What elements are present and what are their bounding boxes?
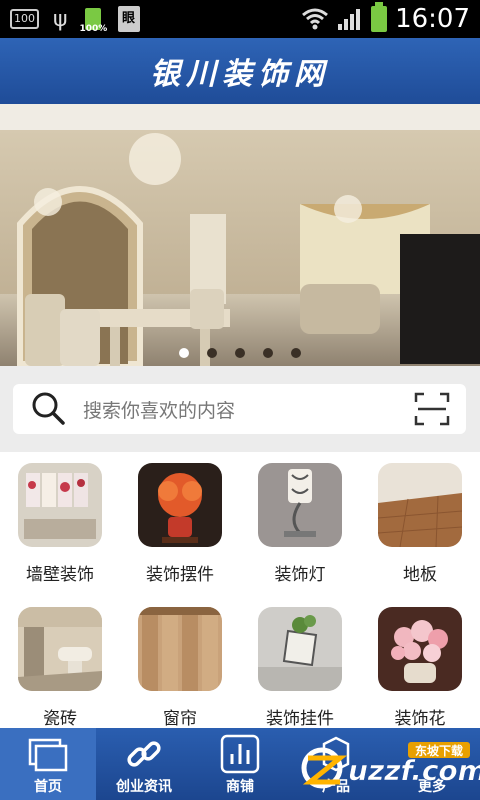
category-label: 墙壁装饰 [26, 565, 94, 585]
battery-icon [371, 2, 388, 32]
page-title: 银川装饰网 [150, 57, 330, 92]
category-thumb-image [138, 607, 222, 691]
category-item[interactable]: 装饰挂件 [240, 596, 360, 734]
search-section: 搜索你喜欢的内容 [0, 366, 480, 452]
category-thumb-image [138, 463, 222, 547]
status-bar: 100 ψ 100% 眼 16:07 [0, 0, 480, 38]
battery-notification-icon: 100% [80, 4, 107, 34]
nav-label: 商铺 [226, 779, 254, 795]
category-thumb-image [378, 463, 462, 547]
scan-icon[interactable] [414, 392, 450, 426]
category-grid: 墙壁装饰 装饰摆件 装饰灯 地板 瓷砖 窗帘 装饰挂件 装饰花 [0, 452, 480, 729]
storage-indicator: 100 [10, 9, 39, 29]
category-item[interactable]: 地板 [360, 452, 480, 590]
category-label: 地板 [403, 565, 437, 585]
category-thumb-image [18, 463, 102, 547]
nav-label: 首页 [34, 779, 62, 795]
watermark-brand: uzzf.com [348, 754, 480, 787]
link-icon [127, 741, 161, 767]
search-bar[interactable]: 搜索你喜欢的内容 [13, 384, 466, 434]
category-item[interactable]: 装饰摆件 [120, 452, 240, 590]
search-icon[interactable] [29, 389, 69, 429]
signal-icon [338, 9, 361, 30]
category-label: 窗帘 [163, 709, 197, 729]
category-label: 瓷砖 [43, 709, 77, 729]
home-windows-icon [28, 738, 68, 772]
carousel-dot[interactable] [263, 348, 273, 358]
category-item[interactable]: 墙壁装饰 [0, 452, 120, 590]
usb-icon: ψ [53, 6, 68, 32]
category-thumb-image [378, 607, 462, 691]
banner-carousel[interactable] [0, 104, 480, 366]
category-item[interactable]: 装饰花 [360, 596, 480, 734]
category-thumb-image [18, 607, 102, 691]
nav-item-news[interactable]: 创业资讯 [96, 728, 192, 800]
category-item[interactable]: 瓷砖 [0, 596, 120, 734]
nav-label: 创业资讯 [116, 779, 172, 795]
nav-item-shops[interactable]: 商铺 [192, 728, 288, 800]
carousel-dot[interactable] [291, 348, 301, 358]
nav-item-home[interactable]: 首页 [0, 728, 96, 800]
battery-percent-label: 100% [79, 24, 108, 34]
app-header: 银川装饰网 [0, 38, 480, 104]
carousel-dot[interactable] [207, 348, 217, 358]
category-item[interactable]: 装饰灯 [240, 452, 360, 590]
banner-image [0, 104, 480, 366]
doc-notification-icon: 眼 [117, 6, 140, 32]
category-thumb-image [258, 607, 342, 691]
category-label: 装饰花 [394, 709, 446, 729]
search-input[interactable]: 搜索你喜欢的内容 [83, 396, 235, 423]
clock: 16:07 [395, 4, 470, 34]
watermark-logo: 东坡下载 uzzf.com [301, 742, 480, 789]
bar-chart-icon [220, 734, 260, 774]
carousel-dots [0, 348, 480, 358]
category-label: 装饰挂件 [266, 709, 334, 729]
category-label: 装饰摆件 [146, 565, 214, 585]
category-thumb-image [258, 463, 342, 547]
category-item[interactable]: 窗帘 [120, 596, 240, 734]
wifi-icon [302, 8, 329, 30]
category-label: 装饰灯 [274, 565, 326, 585]
carousel-dot[interactable] [235, 348, 245, 358]
carousel-dot[interactable] [179, 348, 189, 358]
